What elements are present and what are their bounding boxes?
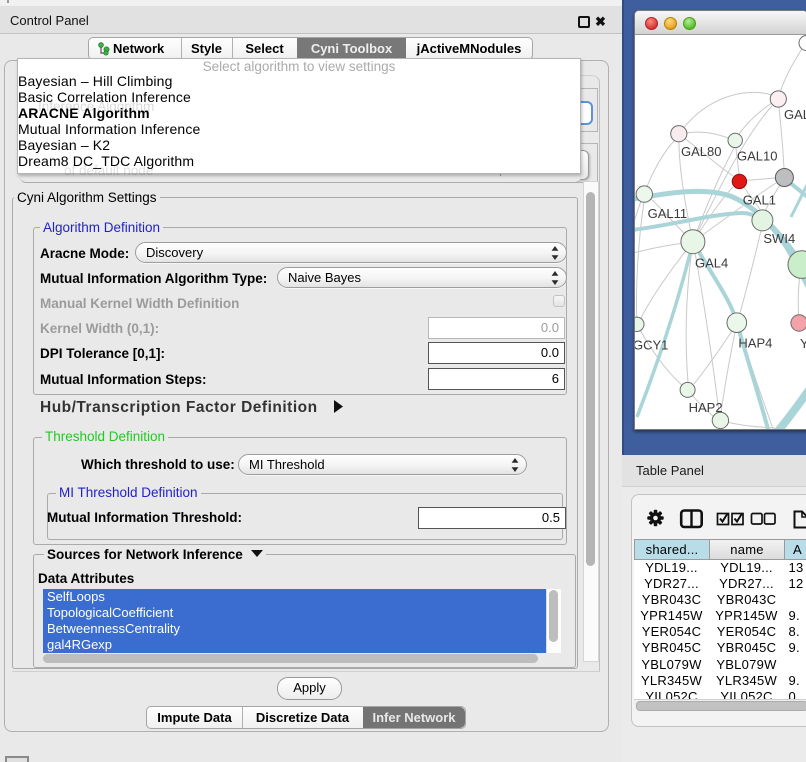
svg-text:HAP2: HAP2: [689, 400, 723, 415]
svg-text:GAL4: GAL4: [695, 256, 728, 271]
svg-text:SWI4: SWI4: [763, 231, 795, 246]
svg-text:GAL11: GAL11: [648, 206, 688, 221]
svg-text:GAL: GAL: [784, 107, 806, 122]
svg-text:GAL10: GAL10: [737, 149, 777, 164]
svg-text:Y: Y: [800, 336, 806, 351]
svg-text:GCY1: GCY1: [635, 338, 668, 353]
svg-text:GAL1: GAL1: [743, 193, 776, 208]
svg-text:HAP4: HAP4: [738, 336, 772, 351]
svg-text:GAL80: GAL80: [681, 144, 721, 159]
